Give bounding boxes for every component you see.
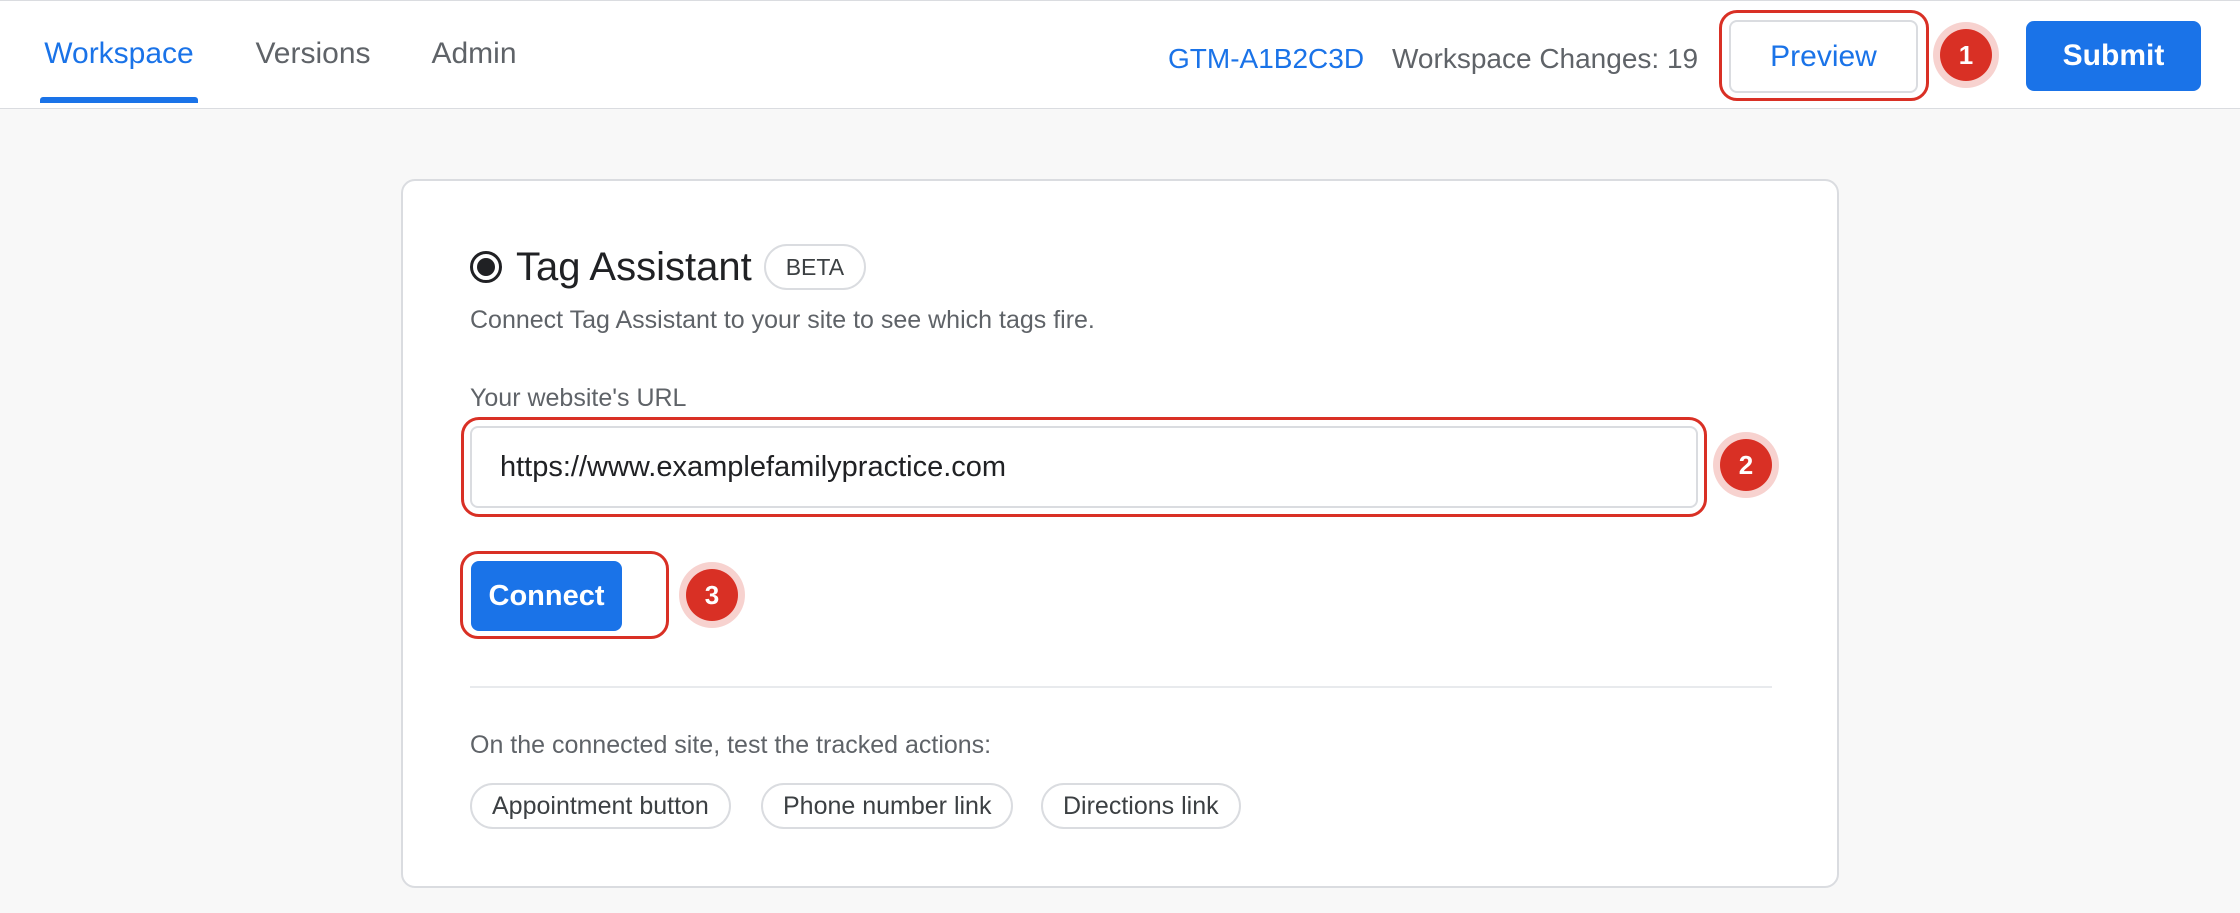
step-1-badge: 1: [1940, 29, 1992, 81]
website-url-input[interactable]: [470, 426, 1698, 508]
test-actions-prompt: On the connected site, test the tracked …: [470, 731, 992, 759]
container-id-link[interactable]: GTM-A1B2C3D: [1168, 39, 1364, 79]
tab-admin[interactable]: Admin: [428, 1, 520, 107]
tag-assistant-card: Tag Assistant BETA Connect Tag Assistant…: [401, 179, 1839, 888]
divider: [470, 686, 1772, 688]
connect-button[interactable]: Connect: [471, 561, 622, 631]
tab-versions[interactable]: Versions: [252, 1, 374, 107]
submit-button[interactable]: Submit: [2026, 21, 2201, 91]
chip-appointment-button[interactable]: Appointment button: [470, 783, 731, 829]
preview-button[interactable]: Preview: [1729, 20, 1918, 93]
card-header: Tag Assistant BETA: [470, 237, 867, 297]
top-bar: Workspace Versions Admin GTM-A1B2C3D Wor…: [0, 0, 2240, 109]
workspace-changes-count: Workspace Changes: 19: [1392, 43, 1699, 74]
chip-phone-number-link[interactable]: Phone number link: [761, 783, 1014, 829]
url-field-label: Your website's URL: [470, 384, 687, 412]
chip-directions-link[interactable]: Directions link: [1041, 783, 1241, 829]
radio-selected-icon: [470, 251, 502, 283]
step-2-badge: 2: [1720, 439, 1772, 491]
active-tab-indicator: [40, 97, 198, 103]
step-3-badge: 3: [686, 569, 738, 621]
card-title: Tag Assistant: [516, 244, 752, 289]
beta-badge: BETA: [763, 244, 867, 290]
tab-workspace[interactable]: Workspace: [40, 1, 198, 107]
card-description: Connect Tag Assistant to your site to se…: [470, 306, 1095, 334]
